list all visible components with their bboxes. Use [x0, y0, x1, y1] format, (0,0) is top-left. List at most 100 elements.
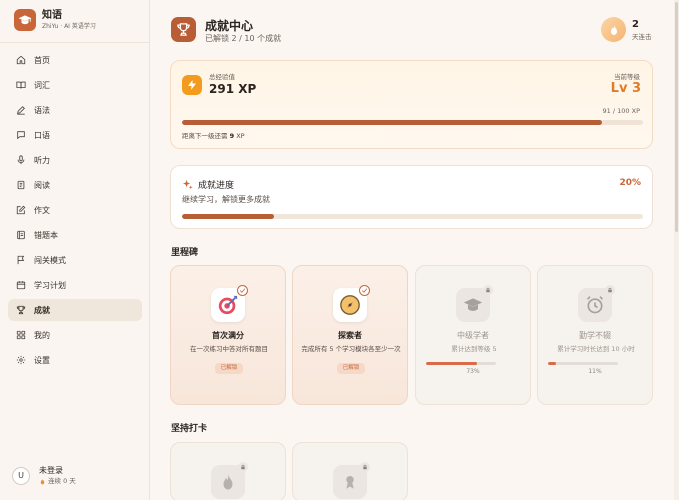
progress-subtitle: 继续学习，解锁更多成就	[182, 195, 270, 204]
streak-badge: 2 天连击	[601, 17, 652, 42]
achievement-card[interactable]: 勤学不辍 累计学习时长达到 10 小时 11%	[537, 265, 653, 405]
unlocked-badge: 已解锁	[337, 363, 365, 374]
sidebar-item-label: 作文	[34, 205, 50, 215]
achievement-percent: 73%	[466, 368, 480, 375]
level-value: Lv 3	[610, 81, 641, 96]
achievement-name: 勤学不辍	[579, 331, 611, 340]
page-title: 成就中心	[205, 19, 254, 33]
sidebar: 知语 ZhiYu · AI 英语学习 首页 词汇 语法 口语 听力 阅读 作文 …	[0, 0, 150, 500]
flag-icon	[17, 255, 25, 265]
brand[interactable]: 知语 ZhiYu · AI 英语学习	[14, 9, 96, 31]
sidebar-nav: 首页 词汇 语法 口语 听力 阅读 作文 错题本 闯关模式 学习计划 成就 我的…	[8, 49, 142, 374]
sidebar-item-writing[interactable]: 作文	[8, 199, 142, 221]
sidebar-item-speaking[interactable]: 口语	[8, 124, 142, 146]
graduation-cap-icon	[14, 9, 36, 31]
xp-count: 91 / 100 XP	[602, 107, 640, 115]
calendar-icon	[16, 281, 26, 290]
check-icon	[237, 285, 248, 296]
achievement-desc: 在一次练习中答对所有题目	[190, 345, 268, 353]
sparkle-icon	[182, 179, 193, 190]
notebook-icon	[17, 230, 25, 240]
edit-icon	[16, 205, 26, 215]
streak-count: 2	[632, 18, 639, 30]
achievement-progress-bar	[426, 362, 496, 365]
sidebar-item-mistakes[interactable]: 错题本	[8, 224, 142, 246]
xp-next-amount: 9	[229, 132, 235, 140]
achievement-card[interactable]: 首次满分 在一次练习中答对所有题目 已解锁	[170, 265, 286, 405]
message-icon	[17, 131, 25, 140]
sidebar-item-label: 成就	[34, 305, 50, 315]
user-streak: 连续 0 天	[39, 476, 76, 486]
brand-name: 知语	[42, 9, 62, 21]
lock-icon	[360, 462, 370, 472]
xp-value: 291 XP	[209, 82, 257, 96]
scrollbar[interactable]	[674, 0, 679, 500]
achievement-progress-card: 成就进度 20% 继续学习，解锁更多成就	[170, 165, 653, 229]
sidebar-divider	[0, 42, 150, 43]
check-icon	[359, 285, 370, 296]
progress-percent: 20%	[619, 178, 641, 188]
sidebar-item-reading[interactable]: 阅读	[8, 174, 142, 196]
main-content: 成就中心 已解锁 2 / 10 个成就 2 天连击 总经验值 291 XP 当前…	[150, 0, 679, 500]
user-profile[interactable]: U 未登录 连续 0 天	[12, 465, 76, 486]
achievement-progress-fill	[548, 362, 556, 365]
sidebar-item-label: 闯关模式	[34, 255, 66, 265]
sidebar-item-settings[interactable]: 设置	[8, 349, 142, 371]
xp-next-level: 距离下一级还需 9 XP	[182, 130, 245, 140]
mic-icon	[17, 155, 25, 165]
home-icon	[16, 55, 26, 65]
sidebar-item-label: 阅读	[34, 180, 50, 190]
xp-progress-fill	[182, 120, 602, 125]
achievement-progress-bar	[548, 362, 618, 365]
sidebar-item-label: 错题本	[34, 230, 58, 240]
pen-icon	[17, 106, 25, 115]
sidebar-item-challenge[interactable]: 闯关模式	[8, 249, 142, 271]
user-name: 未登录	[39, 466, 63, 475]
achievement-card[interactable]: 探索者 完成所有 5 个学习模块各至少一次 已解锁	[292, 265, 408, 405]
achievement-card[interactable]: 中级学者 累计达到等级 5 73%	[415, 265, 531, 405]
xp-next-prefix: 距离下一级还需	[182, 132, 228, 140]
unlocked-badge: 已解锁	[215, 363, 243, 374]
xp-next-suffix: XP	[236, 132, 245, 140]
progress-title-text: 成就进度	[198, 181, 235, 191]
sidebar-item-grammar[interactable]: 语法	[8, 99, 142, 121]
achievement-percent: 11%	[588, 368, 602, 375]
sidebar-item-achievements[interactable]: 成就	[8, 299, 142, 321]
lock-icon	[238, 462, 248, 472]
lock-icon	[483, 285, 493, 295]
sidebar-item-label: 学习计划	[34, 280, 66, 290]
achievement-card[interactable]	[292, 442, 408, 500]
lightning-icon	[182, 75, 202, 95]
milestones-title: 里程碑	[171, 248, 199, 258]
sidebar-item-plan[interactable]: 学习计划	[8, 274, 142, 296]
trophy-icon	[16, 305, 26, 315]
sidebar-item-label: 我的	[34, 330, 50, 340]
xp-card: 总经验值 291 XP 当前等级 Lv 3 91 / 100 XP 距离下一级还…	[170, 60, 653, 149]
brand-subtitle: ZhiYu · AI 英语学习	[42, 22, 96, 30]
level-label: 当前等级	[614, 73, 640, 81]
progress-fill	[182, 214, 275, 219]
document-icon	[17, 180, 25, 190]
scrollbar-thumb[interactable]	[675, 2, 678, 232]
sidebar-item-label: 词汇	[34, 80, 50, 90]
achievement-name: 探索者	[338, 331, 362, 340]
progress-title: 成就进度	[182, 178, 234, 191]
achievement-desc: 累计达到等级 5	[451, 345, 497, 353]
sidebar-item-listening[interactable]: 听力	[8, 149, 142, 171]
xp-progress-bar	[182, 120, 643, 125]
user-streak-text: 连续 0 天	[48, 477, 76, 485]
progress-bar	[182, 214, 643, 219]
lock-icon	[605, 285, 615, 295]
sidebar-item-label: 口语	[34, 130, 50, 140]
achievement-desc: 完成所有 5 个学习模块各至少一次	[301, 345, 401, 353]
book-icon	[16, 81, 26, 89]
sidebar-item-profile[interactable]: 我的	[8, 324, 142, 346]
sidebar-item-label: 语法	[34, 105, 50, 115]
achievement-card[interactable]	[170, 442, 286, 500]
sidebar-item-vocabulary[interactable]: 词汇	[8, 74, 142, 96]
sidebar-item-home[interactable]: 首页	[8, 49, 142, 71]
flame-icon	[40, 478, 45, 484]
sidebar-item-label: 听力	[34, 155, 50, 165]
trophy-icon	[171, 17, 196, 42]
sidebar-item-label: 设置	[34, 355, 50, 365]
